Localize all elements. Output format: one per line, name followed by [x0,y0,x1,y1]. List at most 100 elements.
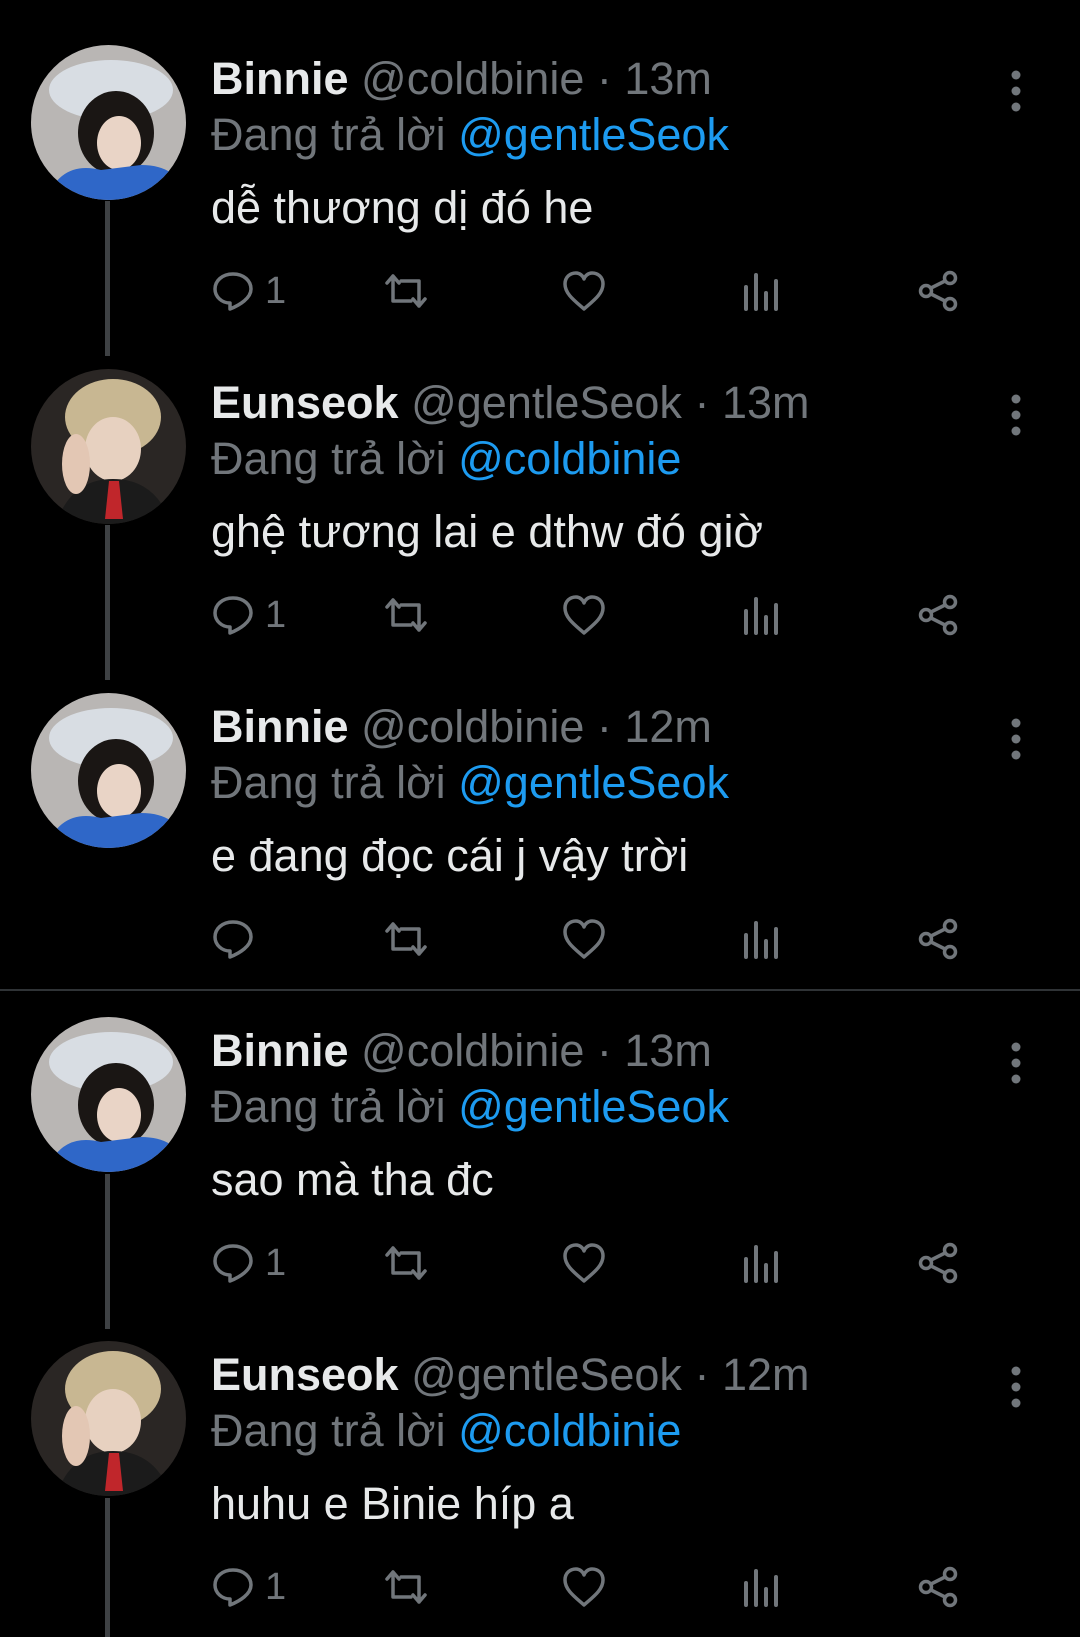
timestamp[interactable]: 12m [624,701,712,752]
like-button[interactable] [561,587,607,643]
thread-divider [0,989,1080,991]
retweet-icon [385,598,427,632]
reply-button[interactable] [211,911,265,967]
tweet[interactable]: Eunseok @gentleSeok · 12m Đang trả lời @… [0,1341,1080,1637]
separator-dot: · [596,53,612,104]
replying-to: Đang trả lời @gentleSeok [211,107,729,163]
replying-to: Đang trả lời @gentleSeok [211,1079,729,1135]
replying-to: Đang trả lời @gentleSeok [211,755,729,811]
display-name[interactable]: Binnie [211,1025,349,1076]
tweet-text: e đang đọc cái j vậy trời [211,830,689,881]
tweet[interactable]: Binnie @coldbinie · 13m Đang trả lời @ge… [0,1017,1080,1317]
user-handle[interactable]: @coldbinie [361,1025,584,1076]
tweet[interactable]: Eunseok @gentleSeok · 13m Đang trả lời @… [0,369,1080,669]
share-icon [918,1566,958,1608]
reply-count: 1 [265,593,287,636]
more-vertical-icon[interactable] [1000,391,1032,439]
retweet-button[interactable] [381,263,431,319]
avatar[interactable] [31,369,186,524]
views-icon [744,597,778,635]
views-button[interactable] [741,587,781,643]
reply-button[interactable]: 1 [211,1559,286,1615]
reply-icon [213,920,253,959]
replying-label: Đang trả lời [211,109,446,160]
share-button[interactable] [916,1235,960,1291]
avatar[interactable] [31,45,186,200]
separator-dot: · [694,377,710,428]
more-vertical-icon[interactable] [1000,715,1032,763]
tweet-actions: 1 [211,1559,1031,1615]
tweet-header: Eunseok @gentleSeok · 13m [211,375,810,431]
views-button[interactable] [741,911,781,967]
reply-count: 1 [265,1241,287,1284]
timestamp[interactable]: 13m [722,377,810,428]
share-button[interactable] [916,263,960,319]
avatar[interactable] [31,1017,186,1172]
share-button[interactable] [916,911,960,967]
user-handle[interactable]: @coldbinie [361,701,584,752]
views-icon [744,921,778,959]
retweet-button[interactable] [381,1235,431,1291]
avatar[interactable] [31,1341,186,1496]
tweet-text: sao mà tha đc [211,1154,494,1205]
reply-button[interactable]: 1 [211,1235,286,1291]
tweet-text: ghệ tương lai e dthw đó giờ [211,506,763,557]
views-button[interactable] [741,263,781,319]
reply-button[interactable]: 1 [211,587,286,643]
retweet-button[interactable] [381,1559,431,1615]
retweet-button[interactable] [381,911,431,967]
share-icon [918,1242,958,1284]
reply-count: 1 [265,1565,287,1608]
views-icon [744,1569,778,1607]
reply-icon [213,596,253,635]
tweet-header: Binnie @coldbinie · 13m [211,1023,712,1079]
mention-link[interactable]: @coldbinie [458,1405,681,1456]
tweet-actions: 1 [211,587,1031,643]
replying-label: Đang trả lời [211,1405,446,1456]
views-button[interactable] [741,1235,781,1291]
heart-icon [563,595,605,635]
views-button[interactable] [741,1559,781,1615]
share-icon [918,594,958,636]
timestamp[interactable]: 12m [722,1349,810,1400]
more-vertical-icon[interactable] [1000,1039,1032,1087]
timestamp[interactable]: 13m [624,53,712,104]
tweet-actions [211,911,1031,967]
avatar[interactable] [31,693,186,848]
tweet-header: Eunseok @gentleSeok · 12m [211,1347,810,1403]
mention-link[interactable]: @gentleSeok [458,109,729,160]
reply-button[interactable]: 1 [211,263,286,319]
like-button[interactable] [561,1235,607,1291]
user-handle[interactable]: @coldbinie [361,53,584,104]
tweet-text: dễ thương dị đó he [211,182,594,233]
tweet[interactable]: Binnie @coldbinie · 13m Đang trả lời @ge… [0,45,1080,345]
display-name[interactable]: Eunseok [211,377,399,428]
tweet[interactable]: Binnie @coldbinie · 12m Đang trả lời @ge… [0,693,1080,983]
more-vertical-icon[interactable] [1000,1363,1032,1411]
display-name[interactable]: Binnie [211,53,349,104]
replying-to: Đang trả lời @coldbinie [211,1403,681,1459]
share-icon [918,918,958,960]
user-handle[interactable]: @gentleSeok [411,1349,682,1400]
retweet-button[interactable] [381,587,431,643]
share-button[interactable] [916,1559,960,1615]
heart-icon [563,1567,605,1607]
replying-label: Đang trả lời [211,1081,446,1132]
share-button[interactable] [916,587,960,643]
separator-dot: · [596,701,612,752]
tweet-header: Binnie @coldbinie · 12m [211,699,712,755]
more-vertical-icon[interactable] [1000,67,1032,115]
replying-to: Đang trả lời @coldbinie [211,431,681,487]
like-button[interactable] [561,263,607,319]
display-name[interactable]: Binnie [211,701,349,752]
mention-link[interactable]: @gentleSeok [458,1081,729,1132]
like-button[interactable] [561,911,607,967]
like-button[interactable] [561,1559,607,1615]
mention-link[interactable]: @coldbinie [458,433,681,484]
timestamp[interactable]: 13m [624,1025,712,1076]
reply-icon [213,1244,253,1283]
views-icon [744,1245,778,1283]
user-handle[interactable]: @gentleSeok [411,377,682,428]
display-name[interactable]: Eunseok [211,1349,399,1400]
mention-link[interactable]: @gentleSeok [458,757,729,808]
